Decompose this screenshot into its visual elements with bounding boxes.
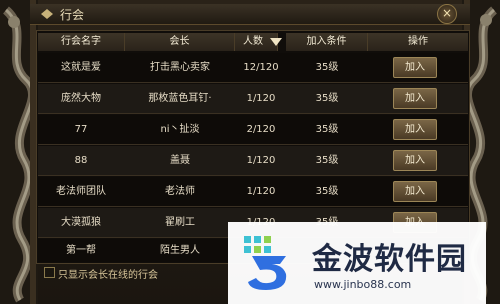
guild-requirement: 35级 <box>315 124 339 135</box>
guild-leader: ni丶扯淡 <box>160 124 200 135</box>
row-divider <box>38 113 468 114</box>
guild-members: 2/120 <box>246 124 276 135</box>
guild-leader: 翟刷工 <box>165 217 195 228</box>
join-button[interactable]: 加入 <box>393 88 437 109</box>
row-divider <box>38 82 468 83</box>
table-row[interactable]: 77 ni丶扯淡 2/120 35级 加入 <box>38 115 468 145</box>
guild-name: 77 <box>74 124 88 135</box>
guild-requirement: 35级 <box>315 186 339 197</box>
guild-name: 庞然大物 <box>61 93 101 104</box>
column-header-leader[interactable]: 会长 <box>125 33 235 51</box>
watermark-url: www.jinbo88.com <box>314 278 412 291</box>
guild-leader: 老法师 <box>165 186 195 197</box>
guild-name: 大漠孤狼 <box>61 217 101 228</box>
guild-members: 1/120 <box>246 155 276 166</box>
jinbo-logo-icon <box>244 236 287 290</box>
filter-label: 只显示会长在线的行会 <box>58 270 158 281</box>
guild-leader: 那枚蓝色耳钉· <box>148 93 212 104</box>
guild-requirement: 35级 <box>315 62 339 73</box>
table-row[interactable]: 这就是爱 打击黑心卖家 12/120 35级 加入 <box>38 53 468 83</box>
row-divider <box>38 206 468 207</box>
table-row[interactable]: 庞然大物 那枚蓝色耳钉· 1/120 35级 加入 <box>38 84 468 114</box>
watermark: 金波软件园 www.jinbo88.com <box>228 222 486 304</box>
filter-checkbox[interactable] <box>44 267 55 278</box>
guild-name: 这就是爱 <box>61 62 101 73</box>
guild-requirement: 35级 <box>315 155 339 166</box>
guild-members: 12/120 <box>243 62 279 73</box>
join-button[interactable]: 加入 <box>393 150 437 171</box>
sort-down-icon[interactable] <box>269 37 283 47</box>
guild-members: 1/120 <box>246 186 276 197</box>
table-row[interactable]: 老法师团队 老法师 1/120 35级 加入 <box>38 177 468 207</box>
table-row[interactable]: 88 盖聂 1/120 35级 加入 <box>38 146 468 176</box>
title-bar <box>30 4 470 25</box>
column-header-action: 操作 <box>368 33 468 51</box>
join-button[interactable]: 加入 <box>393 57 437 78</box>
window-title: 行会 <box>60 8 85 22</box>
close-button[interactable]: × <box>437 4 457 24</box>
guild-leader: 陌生男人 <box>160 245 200 256</box>
column-header-requirement[interactable]: 加入条件 <box>286 33 368 51</box>
row-divider <box>38 144 468 145</box>
guild-window: 行会 × 行会名字 会长 人数 加入条件 操作 这就是爱 打击黑心卖家 12/1… <box>0 0 500 304</box>
dragon-border-left-icon <box>0 0 38 304</box>
column-header-guild-name[interactable]: 行会名字 <box>38 33 125 51</box>
watermark-brand: 金波软件园 <box>312 242 467 277</box>
guild-name: 第一帮 <box>66 245 96 256</box>
join-button[interactable]: 加入 <box>393 181 437 202</box>
row-divider <box>38 175 468 176</box>
guild-name: 老法师团队 <box>56 186 106 197</box>
guild-name: 88 <box>74 155 88 166</box>
guild-requirement: 35级 <box>315 93 339 104</box>
guild-emblem-icon <box>41 9 53 19</box>
guild-leader: 打击黑心卖家 <box>150 62 210 73</box>
guild-leader: 盖聂 <box>170 155 190 166</box>
guild-members: 1/120 <box>246 93 276 104</box>
join-button[interactable]: 加入 <box>393 119 437 140</box>
